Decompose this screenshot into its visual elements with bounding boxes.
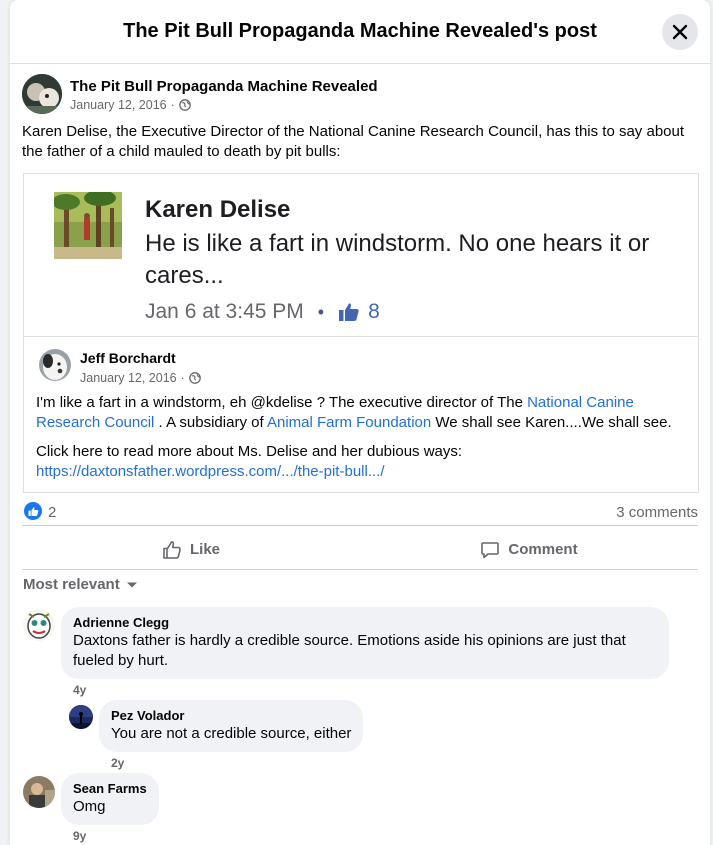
close-button[interactable] [662,14,698,50]
screenshot-like-count: 8 [368,300,380,323]
comment-button[interactable]: Comment [360,530,698,569]
comment-time[interactable]: 4y [61,683,669,697]
screenshot-meta: Jan 6 at 3:45 PM • 8 [145,300,380,324]
external-url-link[interactable]: https://daxtonsfather.wordpress.com/.../… [36,463,385,480]
globe-icon [178,99,191,111]
shared-post-card[interactable]: Karen Delise He is like a fart in windst… [23,173,699,493]
shared-post-link-text: Click here to read more about Ms. Delise… [36,442,686,482]
shared-post-text: I'm like a fart in a windstorm, eh @kdel… [36,394,672,431]
shared-author-name[interactable]: Jeff Borchardt [80,350,176,366]
comment-author[interactable]: Sean Farms [73,781,147,796]
shared-author-avatar[interactable] [39,349,71,381]
screenshot-author-name: Karen Delise [145,196,291,223]
click-here-text: Click here to read more about Ms. Delise… [36,443,463,460]
comment-time[interactable]: 2y [99,756,599,770]
post-modal: The Pit Bull Propaganda Machine Revealed… [10,0,710,845]
commenter-avatar[interactable] [69,705,93,729]
comment-author[interactable]: Pez Volador [111,708,351,723]
post-author[interactable]: The Pit Bull Propaganda Machine Revealed [70,78,378,95]
comment-icon [481,541,500,558]
reaction-count[interactable]: 2 [48,504,56,521]
thumbs-up-icon [339,303,359,321]
post-header: The Pit Bull Propaganda Machine Revealed… [22,74,698,114]
screenshot-time: Jan 6 at 3:45 PM [145,300,304,323]
page-avatar[interactable] [22,74,62,114]
caret-down-icon [126,582,137,587]
modal-title: The Pit Bull Propaganda Machine Revealed… [123,20,597,42]
thumbs-up-outline-icon [163,540,181,559]
reactions-summary: 2 3 comments [22,500,698,526]
shared-post-date[interactable]: January 12, 2016 [80,371,177,385]
screenshot-comment-text: He is like a fart in windstorm. No one h… [145,230,650,289]
comment-text: You are not a credible source, either [111,725,352,742]
post-meta: January 12, 2016 · [70,98,191,112]
close-icon [672,24,688,40]
comment-label: Comment [508,541,578,558]
comment-count[interactable]: 3 comments [616,504,698,521]
comment-bubble: Pez Volador You are not a credible sourc… [99,700,364,752]
shared-screenshot-image[interactable]: Karen Delise He is like a fart in windst… [24,174,698,337]
comment-bubble: Adrienne Clegg Daxtons father is hardly … [61,607,669,679]
sort-label: Most relevant [23,576,120,593]
comment-text: Daxtons father is hardly a credible sour… [73,632,626,669]
comment-author[interactable]: Adrienne Clegg [73,615,657,630]
globe-icon [188,372,201,384]
shared-post-meta: January 12, 2016 · [80,371,201,385]
commenter-avatar[interactable] [23,776,55,808]
post-actions: Like Comment [22,530,698,570]
comment-bubble: Sean Farms Omg [61,773,159,825]
post-text: Karen Delise, the Executive Director of … [22,123,685,160]
like-reaction-icon[interactable] [24,502,42,520]
post-date[interactable]: January 12, 2016 [70,98,167,112]
comment-sort-dropdown[interactable]: Most relevant [23,576,138,593]
like-button[interactable]: Like [22,530,360,569]
separator-dot: • [317,301,325,322]
commenter-avatar[interactable] [23,609,55,641]
like-label: Like [189,541,220,558]
comment-time[interactable]: 9y [61,829,461,843]
modal-header: The Pit Bull Propaganda Machine Revealed… [10,0,710,64]
comment-text: Omg [73,798,106,815]
link-animal-farm-foundation[interactable]: Animal Farm Foundation [267,414,431,431]
karen-delise-thumbnail [54,192,122,259]
